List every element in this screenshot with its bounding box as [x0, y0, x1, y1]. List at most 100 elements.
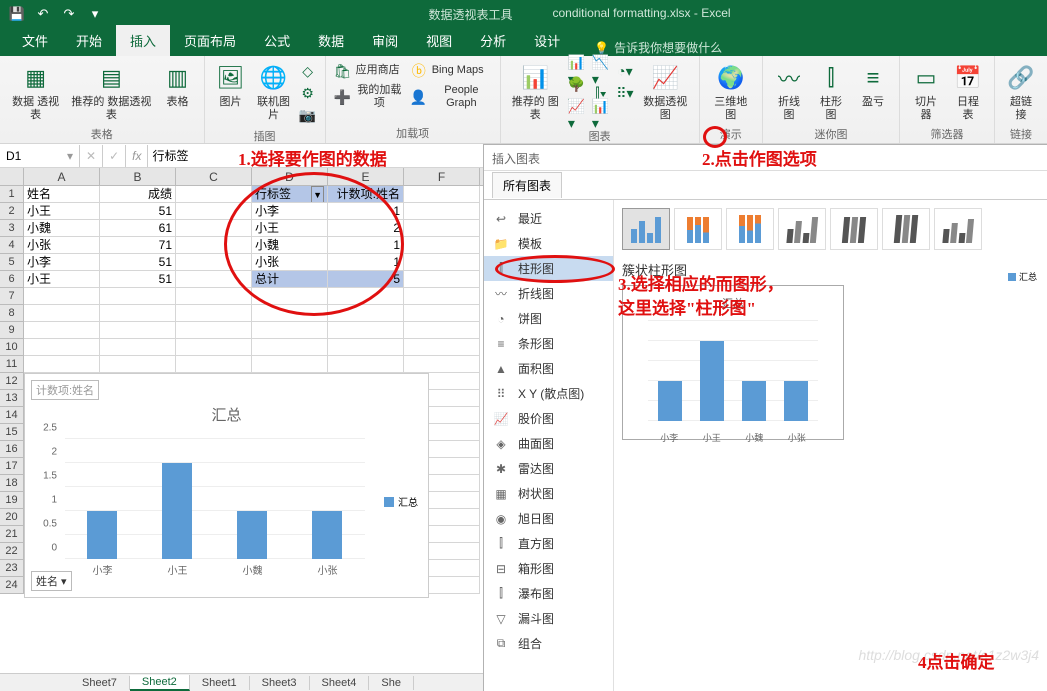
sparkline-line-button[interactable]: 〰折线图 [769, 60, 809, 124]
chart-type-stock[interactable]: 📈股价图 [484, 406, 613, 431]
chart-axis-field-button[interactable]: 姓名▾ [31, 571, 72, 591]
row-header[interactable]: 14 [0, 407, 24, 424]
cell[interactable] [252, 288, 328, 305]
cell[interactable] [24, 322, 100, 339]
chart-type-sunburst[interactable]: ◉旭日图 [484, 506, 613, 531]
cell[interactable]: 小李 [252, 203, 328, 220]
row-header[interactable]: 6 [0, 271, 24, 288]
row-header[interactable]: 20 [0, 509, 24, 526]
cell[interactable] [100, 322, 176, 339]
cell[interactable] [176, 339, 252, 356]
chart-type-boxwhisker[interactable]: ⊟箱形图 [484, 556, 613, 581]
tab-home[interactable]: 开始 [62, 25, 116, 56]
row-header[interactable]: 23 [0, 560, 24, 577]
all-charts-tab[interactable]: 所有图表 [492, 172, 562, 198]
row-header[interactable]: 15 [0, 424, 24, 441]
chart-type-surface[interactable]: ◈曲面图 [484, 431, 613, 456]
cell[interactable] [328, 356, 404, 373]
cell[interactable] [404, 305, 480, 322]
cell[interactable]: 总计 [252, 271, 328, 288]
chart-bar[interactable] [312, 511, 342, 559]
cell[interactable] [404, 237, 480, 254]
pivotchart-button[interactable]: 📈数据透视图 [638, 60, 693, 124]
chart-bar[interactable] [87, 511, 117, 559]
redo-icon[interactable]: ↷ [58, 3, 80, 25]
pivot-filter-icon[interactable]: ▼ [311, 186, 324, 203]
sheet-tab[interactable]: Sheet3 [250, 676, 310, 690]
subtype-stacked-column[interactable] [674, 208, 722, 250]
row-header[interactable]: 7 [0, 288, 24, 305]
chart-type-bar[interactable]: ≡条形图 [484, 331, 613, 356]
tab-layout[interactable]: 页面布局 [170, 25, 250, 56]
cell[interactable] [404, 186, 480, 203]
cell[interactable]: 2 [328, 220, 404, 237]
sheet-tab[interactable]: Sheet1 [190, 676, 250, 690]
cell[interactable] [100, 288, 176, 305]
cell[interactable] [328, 339, 404, 356]
row-header[interactable]: 13 [0, 390, 24, 407]
row-header[interactable]: 16 [0, 441, 24, 458]
subtype-100-stacked-column[interactable] [726, 208, 774, 250]
pictures-button[interactable]: 🖼图片 [211, 60, 251, 111]
myaddins-button[interactable]: ➕我的加载项 [332, 82, 406, 112]
cell[interactable] [24, 356, 100, 373]
cell[interactable]: 1 [328, 254, 404, 271]
smartart-button[interactable]: ⚙ [297, 82, 319, 104]
cell[interactable]: 51 [100, 254, 176, 271]
cell[interactable] [404, 271, 480, 288]
cell[interactable]: 小王 [24, 271, 100, 288]
cell[interactable] [252, 322, 328, 339]
subtype-3d-stacked-column[interactable] [830, 208, 878, 250]
chart-field-button[interactable]: 计数项:姓名 [31, 380, 99, 400]
row-header[interactable]: 3 [0, 220, 24, 237]
cell[interactable] [176, 288, 252, 305]
cell[interactable] [404, 356, 480, 373]
shapes-button[interactable]: ◇ [297, 60, 319, 82]
tab-analyze[interactable]: 分析 [466, 25, 520, 56]
col-header[interactable]: A [24, 168, 100, 185]
subtype-3d-column[interactable] [934, 208, 982, 250]
cell[interactable] [176, 203, 252, 220]
screenshot-button[interactable]: 📷 [297, 104, 319, 126]
row-header[interactable]: 19 [0, 492, 24, 509]
cell[interactable] [252, 356, 328, 373]
cell[interactable]: 51 [100, 203, 176, 220]
subtype-3d-100-stacked-column[interactable] [882, 208, 930, 250]
row-header[interactable]: 22 [0, 543, 24, 560]
cell[interactable]: 51 [100, 271, 176, 288]
cell[interactable] [252, 305, 328, 322]
cell[interactable] [404, 288, 480, 305]
chart-type-histogram[interactable]: ⫿直方图 [484, 531, 613, 556]
cell[interactable] [24, 305, 100, 322]
tab-insert[interactable]: 插入 [116, 25, 170, 56]
cell[interactable] [176, 186, 252, 203]
sparkline-winloss-button[interactable]: ≡盈亏 [853, 60, 893, 111]
select-all-triangle[interactable] [0, 168, 24, 185]
cell[interactable] [328, 322, 404, 339]
cell[interactable] [100, 305, 176, 322]
cell[interactable] [404, 254, 480, 271]
tab-data[interactable]: 数据 [304, 25, 358, 56]
cell[interactable]: 小魏 [252, 237, 328, 254]
line-chart-dd[interactable]: 📉▾ [590, 60, 612, 82]
embedded-pivot-chart[interactable]: 计数项:姓名 汇总 00.511.522.5 小李小王小魏小张 汇总 姓名▾ [24, 373, 429, 598]
col-header[interactable]: B [100, 168, 176, 185]
store-button[interactable]: 🛍应用商店 [332, 60, 406, 82]
row-header[interactable]: 17 [0, 458, 24, 475]
sheet-tab[interactable]: Sheet7 [70, 676, 130, 690]
cell[interactable] [24, 288, 100, 305]
cell[interactable]: 小魏 [24, 220, 100, 237]
cell[interactable]: 姓名 [24, 186, 100, 203]
cell[interactable] [404, 220, 480, 237]
rec-pivot-button[interactable]: ▤推荐的 数据透视表 [67, 60, 155, 124]
online-pictures-button[interactable]: 🌐联机图片 [253, 60, 295, 124]
cell[interactable]: 小张 [252, 254, 328, 271]
row-header[interactable]: 4 [0, 237, 24, 254]
cell[interactable] [328, 288, 404, 305]
chart-type-recent[interactable]: ↩最近 [484, 206, 613, 231]
fb-cancel-icon[interactable]: ✕ [80, 145, 103, 167]
chart-type-radar[interactable]: ✱雷达图 [484, 456, 613, 481]
chart-bar[interactable] [162, 463, 192, 559]
row-header[interactable]: 5 [0, 254, 24, 271]
col-header[interactable]: F [404, 168, 480, 185]
